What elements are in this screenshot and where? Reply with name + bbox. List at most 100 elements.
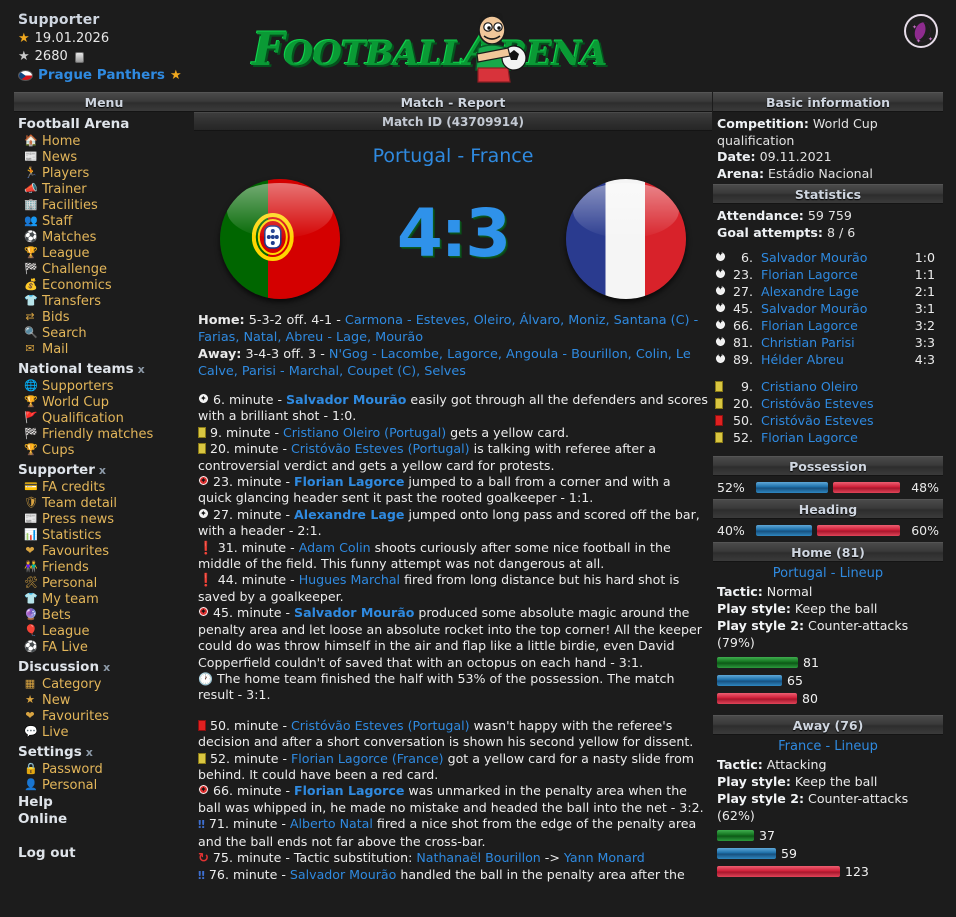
event-player-link[interactable]: Cristiano Oleiro: [283, 425, 380, 440]
event-team-link[interactable]: (Portugal): [384, 425, 446, 440]
sidebar-item-world-cup[interactable]: 🏆 World Cup: [14, 394, 194, 410]
menu-group-collapse-icon[interactable]: x: [99, 464, 106, 477]
event-player-link[interactable]: Alberto Natal: [290, 816, 373, 831]
sidebar-item-news[interactable]: 📰 News: [14, 149, 194, 165]
goal-scorer-link[interactable]: Florian Lagorce: [759, 266, 903, 283]
goal-scorer-link[interactable]: Florian Lagorce: [759, 317, 903, 334]
event-player-link[interactable]: Alexandre Lage: [294, 507, 404, 522]
possession-header: Possession: [713, 456, 943, 476]
goal-scorer-link[interactable]: Hélder Abreu: [759, 351, 903, 368]
event-player-link[interactable]: Cristóvão Esteves: [291, 718, 404, 733]
sidebar-item-league[interactable]: 🎈 League: [14, 623, 194, 639]
sidebar-item-cups[interactable]: 🏆 Cups: [14, 442, 194, 458]
speech-bubble-icon: 💬: [24, 725, 38, 738]
menu-group-collapse-icon[interactable]: x: [86, 746, 93, 759]
sidebar-item-label: Favourites: [42, 708, 109, 724]
event-player-link[interactable]: Florian Lagorce: [294, 783, 404, 798]
sidebar-item-favourites[interactable]: ❤ Favourites: [14, 708, 194, 724]
sidebar-item-label: Live: [42, 724, 69, 740]
sidebar-item-qualification[interactable]: 🚩 Qualification: [14, 410, 194, 426]
sidebar-item-fa-live[interactable]: ⚽ FA Live: [14, 639, 194, 655]
sidebar-item-live[interactable]: 💬 Live: [14, 724, 194, 740]
sidebar-item-staff[interactable]: 👥 Staff: [14, 213, 194, 229]
away-team-link[interactable]: France: [470, 145, 533, 167]
star-gold-icon: ★: [169, 67, 182, 83]
event-player-link[interactable]: Florian Lagorce: [291, 751, 388, 766]
sidebar-link-help[interactable]: Help: [18, 794, 194, 810]
red-card-icon: [713, 412, 729, 429]
sidebar-item-personal[interactable]: 👤 Personal: [14, 777, 194, 793]
site-logo[interactable]: FOOTBALLARENA: [252, 12, 702, 84]
theme-toggle-button[interactable]: ✦ ✦ ✦: [904, 14, 938, 48]
sidebar-item-new[interactable]: ★ New: [14, 692, 194, 708]
event-player-link[interactable]: Hugues Marchal: [299, 572, 400, 587]
card-player-link[interactable]: Cristiano Oleiro: [759, 378, 943, 395]
card-player-link[interactable]: Florian Lagorce: [759, 429, 943, 446]
event-player-link[interactable]: Salvador Mourão: [290, 867, 396, 882]
sidebar-item-category[interactable]: ▦ Category: [14, 676, 194, 692]
event-player-link[interactable]: Salvador Mourão: [294, 605, 414, 620]
sidebar-item-label: Supporters: [42, 378, 114, 394]
newspaper-icon: 📰: [24, 512, 38, 525]
card-player-link[interactable]: Cristóvão Esteves: [759, 412, 943, 429]
sidebar-item-supporters[interactable]: 🌐 Supporters: [14, 378, 194, 394]
sidebar-item-bets[interactable]: 🔮 Bets: [14, 607, 194, 623]
heart-icon: ❤: [25, 709, 35, 722]
team-name-link[interactable]: Prague Panthers: [38, 67, 165, 83]
sidebar-item-players[interactable]: 🏃 Players: [14, 165, 194, 181]
event-text: gets a yellow card.: [446, 424, 569, 440]
event-team-link[interactable]: (France): [392, 751, 444, 766]
goal-scorer-link[interactable]: Salvador Mourão: [759, 249, 903, 266]
event-player-link[interactable]: Adam Colin: [299, 540, 371, 555]
menu-group-collapse-icon[interactable]: x: [138, 363, 145, 376]
home-team-link[interactable]: Portugal: [373, 145, 452, 167]
sidebar-item-league[interactable]: 🏆 League: [14, 245, 194, 261]
home-lineup-link[interactable]: Portugal - Lineup: [713, 562, 943, 583]
sidebar-item-home[interactable]: 🏠 Home: [14, 133, 194, 149]
sidebar-item-fa-credits[interactable]: 💳 FA credits: [14, 479, 194, 495]
sidebar-item-press-news[interactable]: 📰 Press news: [14, 511, 194, 527]
sidebar-item-search[interactable]: 🔍 Search: [14, 325, 194, 341]
goal-scorer-link[interactable]: Alexandre Lage: [759, 283, 903, 300]
sidebar-item-challenge[interactable]: 🏁 Challenge: [14, 261, 194, 277]
sidebar-item-password[interactable]: 🔒 Password: [14, 761, 194, 777]
possession-home-pct: 52%: [717, 480, 745, 495]
event-player-link[interactable]: Cristóvão Esteves: [291, 441, 404, 456]
substitution-in-player[interactable]: Yann Monard: [564, 850, 645, 865]
sidebar-item-mail[interactable]: ✉ Mail: [14, 341, 194, 357]
event-minute: 23. minute -: [213, 474, 295, 490]
stat-bar-value: 37: [759, 828, 775, 843]
card-player-link[interactable]: Cristóvão Esteves: [759, 395, 943, 412]
sidebar-item-my-team[interactable]: 👕 My team: [14, 591, 194, 607]
sidebar-item-trainer[interactable]: 📣 Trainer: [14, 181, 194, 197]
event-team-link[interactable]: (Portugal): [408, 718, 470, 733]
sidebar-item-statistics[interactable]: 📊 Statistics: [14, 527, 194, 543]
sidebar-item-bids[interactable]: ⇄ Bids: [14, 309, 194, 325]
event-player-link[interactable]: Florian Lagorce: [294, 474, 404, 489]
away-tactic-label: Tactic:: [717, 757, 763, 772]
team-row[interactable]: Prague Panthers ★: [18, 67, 248, 83]
moon-icon[interactable]: ✦ ✦ ✦: [904, 14, 938, 48]
menu-group-collapse-icon[interactable]: x: [103, 661, 110, 674]
sidebar-item-friends[interactable]: 👫 Friends: [14, 559, 194, 575]
substitution-arrow: ->: [540, 849, 564, 865]
sidebar-item-friendly-matches[interactable]: 🏁 Friendly matches: [14, 426, 194, 442]
sidebar-item-personal[interactable]: 🛠 Personal: [14, 575, 194, 591]
logout-link[interactable]: Log out: [18, 845, 194, 861]
sidebar-item-matches[interactable]: ⚽ Matches: [14, 229, 194, 245]
event-player-link[interactable]: Salvador Mourão: [286, 392, 406, 407]
stat-bar-row: 37: [717, 828, 939, 843]
goal-minute: 81.: [732, 335, 753, 350]
substitution-out-player[interactable]: Nathanaël Bourillon: [416, 850, 540, 865]
sidebar-item-transfers[interactable]: 👕 Transfers: [14, 293, 194, 309]
sidebar-link-online[interactable]: Online: [18, 811, 194, 827]
goal-scorer-link[interactable]: Salvador Mourão: [759, 300, 903, 317]
away-lineup-link[interactable]: France - Lineup: [713, 735, 943, 756]
sidebar-item-facilities[interactable]: 🏢 Facilities: [14, 197, 194, 213]
sidebar-item-team-detail[interactable]: 🛡 Team detail: [14, 495, 194, 511]
sidebar-item-favourites[interactable]: ❤ Favourites: [14, 543, 194, 559]
sidebar-item-economics[interactable]: 💰 Economics: [14, 277, 194, 293]
match-title[interactable]: Portugal - France: [194, 145, 712, 167]
goal-scorer-link[interactable]: Christian Parisi: [759, 334, 903, 351]
event-team-link[interactable]: (Portugal): [408, 441, 470, 456]
